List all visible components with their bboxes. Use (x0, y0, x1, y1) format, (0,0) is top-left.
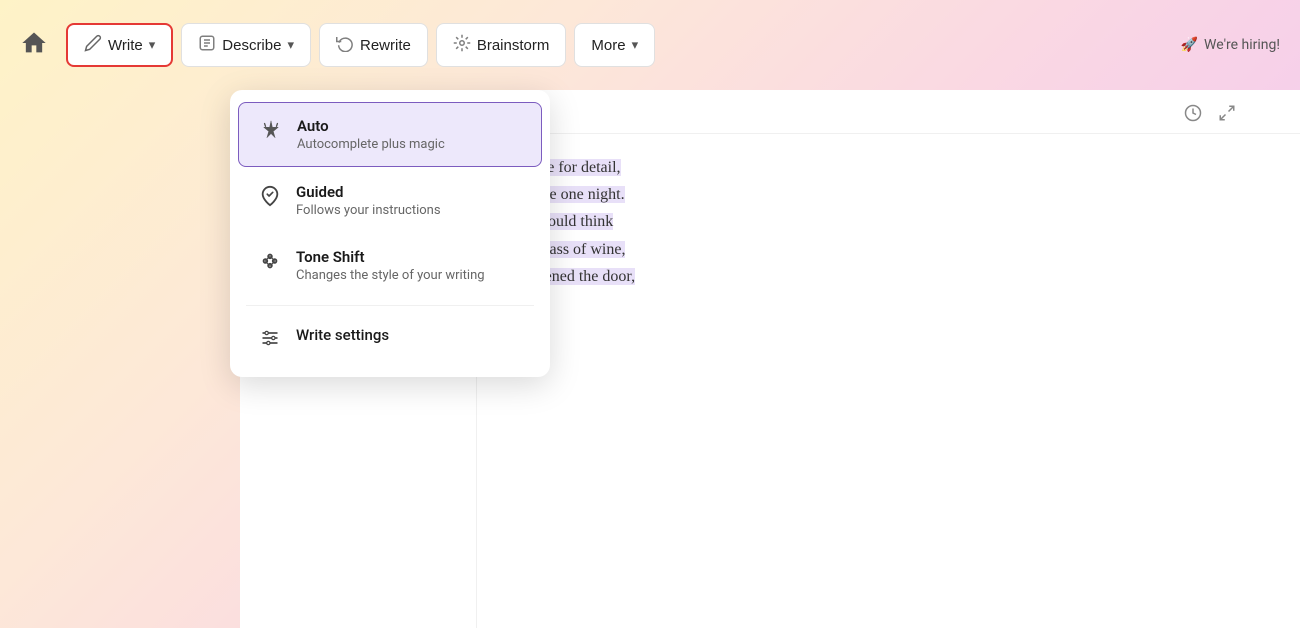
tone-shift-title: Tone Shift (296, 248, 485, 266)
write-button[interactable]: Write ▾ (66, 23, 173, 67)
write-label: Write (108, 37, 143, 54)
dropdown-item-write-settings[interactable]: Write settings (238, 314, 542, 365)
home-button[interactable] (20, 29, 48, 61)
write-dropdown-menu: Auto Autocomplete plus magic Guided Foll… (230, 90, 550, 377)
write-icon (84, 34, 102, 56)
write-settings-text: Write settings (296, 326, 389, 344)
dropdown-divider (246, 305, 534, 306)
hiring-label: We're hiring! (1204, 37, 1280, 53)
hiring-link[interactable]: 🚀 We're hiring! (1181, 37, 1280, 53)
guided-subtitle: Follows your instructions (296, 203, 441, 218)
tone-shift-text: Tone Shift Changes the style of your wri… (296, 248, 485, 283)
guided-text: Guided Follows your instructions (296, 183, 441, 218)
brainstorm-button[interactable]: Brainstorm (436, 23, 567, 67)
settings-icon (258, 328, 282, 353)
more-label: More (591, 37, 625, 54)
describe-button[interactable]: Describe ▾ (181, 23, 311, 67)
guided-icon (258, 185, 282, 212)
rocket-icon: 🚀 (1181, 37, 1198, 53)
tone-shift-icon (258, 250, 282, 277)
auto-subtitle: Autocomplete plus magic (297, 137, 445, 152)
write-chevron-icon: ▾ (149, 37, 156, 53)
write-settings-title: Write settings (296, 326, 389, 344)
brainstorm-icon (453, 34, 471, 56)
auto-icon (259, 119, 283, 146)
tone-shift-subtitle: Changes the style of your writing (296, 268, 485, 283)
topbar: Write ▾ Describe ▾ Rewrite (0, 0, 1300, 90)
more-button[interactable]: More ▾ (574, 23, 655, 67)
dropdown-item-guided[interactable]: Guided Follows your instructions (238, 169, 542, 232)
rewrite-button[interactable]: Rewrite (319, 23, 428, 67)
auto-title: Auto (297, 117, 445, 135)
describe-icon (198, 34, 216, 56)
dropdown-item-tone-shift[interactable]: Tone Shift Changes the style of your wri… (238, 234, 542, 297)
history-area (1180, 100, 1240, 131)
rewrite-label: Rewrite (360, 37, 411, 54)
rewrite-icon (336, 34, 354, 56)
describe-label: Describe (222, 37, 281, 54)
guided-title: Guided (296, 183, 441, 201)
brainstorm-label: Brainstorm (477, 37, 550, 54)
describe-chevron-icon: ▾ (287, 37, 294, 53)
more-chevron-icon: ▾ (632, 37, 639, 53)
dropdown-item-auto[interactable]: Auto Autocomplete plus magic (238, 102, 542, 167)
auto-text: Auto Autocomplete plus magic (297, 117, 445, 152)
history-button[interactable] (1180, 100, 1206, 131)
expand-button[interactable] (1214, 100, 1240, 131)
sidebar-left (0, 90, 240, 628)
